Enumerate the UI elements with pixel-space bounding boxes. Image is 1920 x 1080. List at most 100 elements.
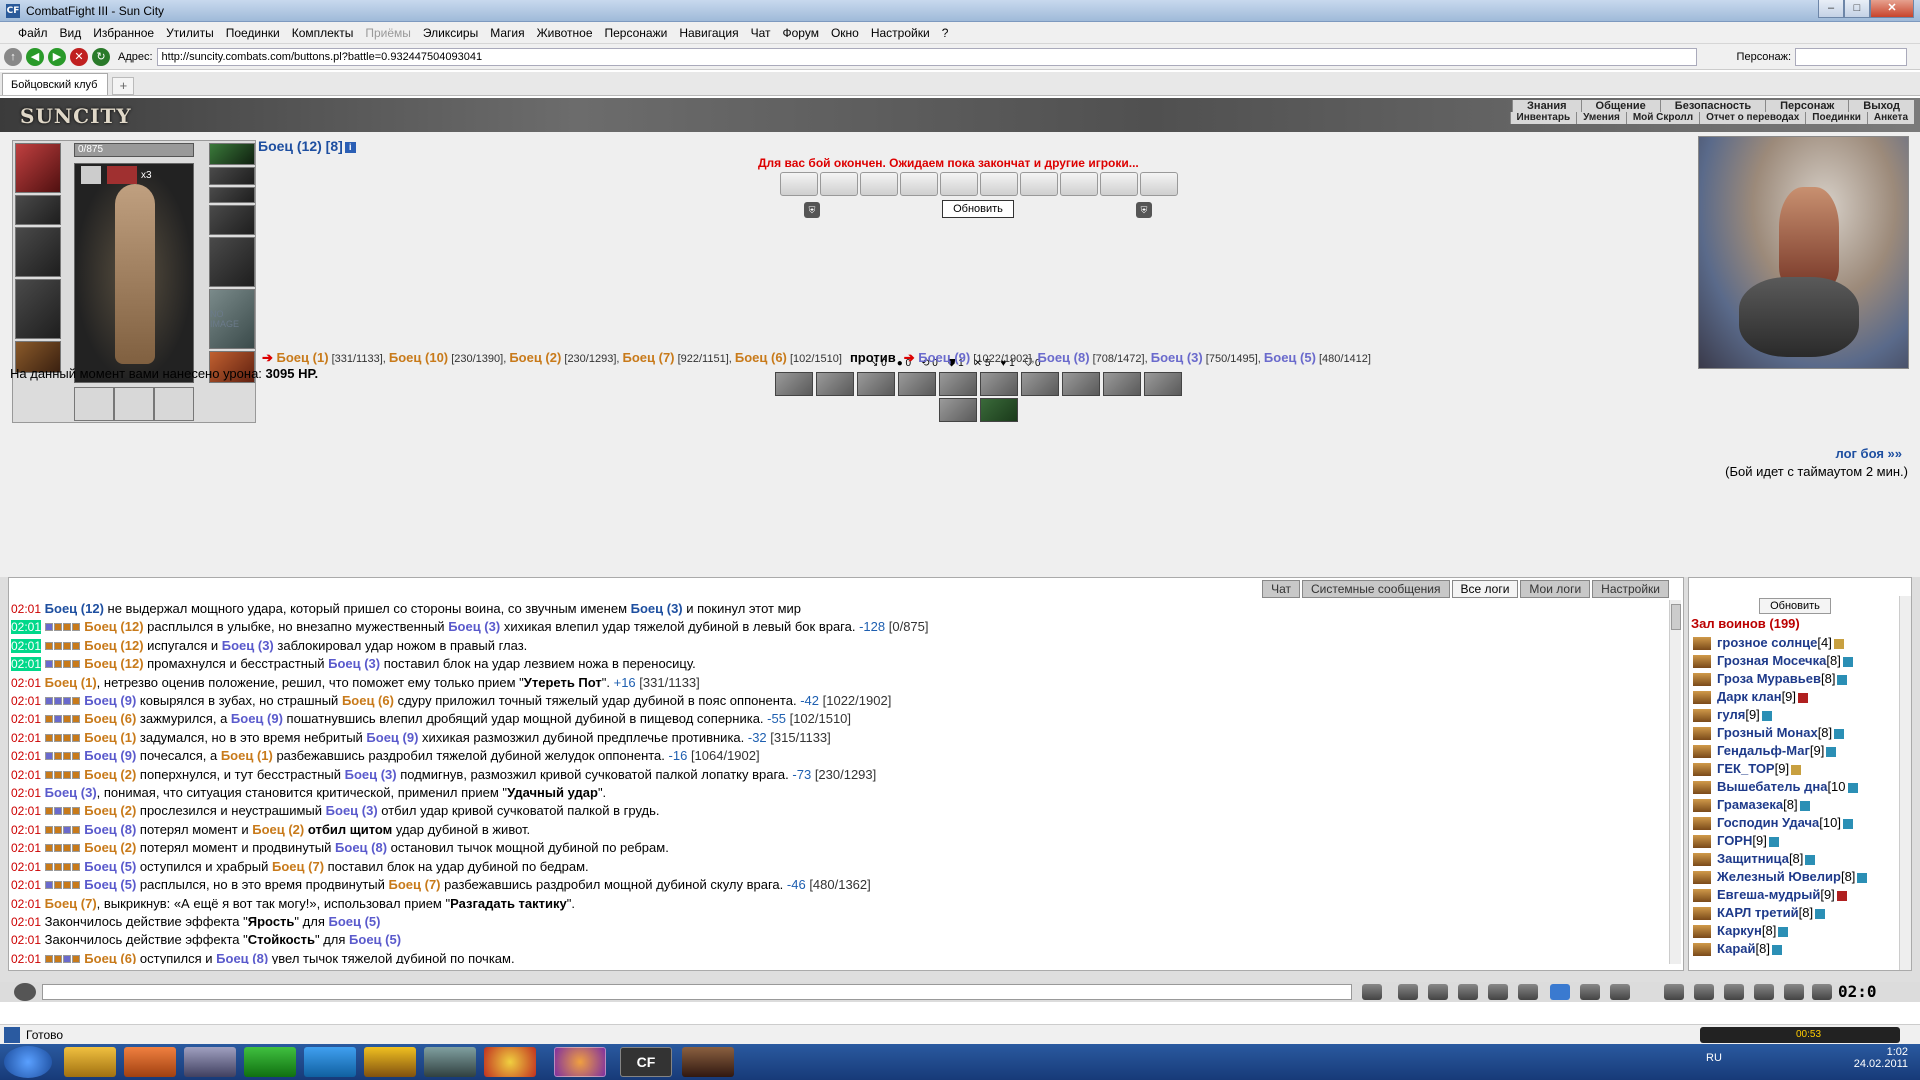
send-icon[interactable] [1362, 984, 1382, 1000]
info-icon[interactable] [1791, 764, 1802, 775]
player-name[interactable]: грозное солнце [1717, 635, 1817, 650]
info-icon[interactable] [1805, 854, 1816, 865]
scroll-slot[interactable] [1020, 172, 1058, 196]
room-scrollbar[interactable] [1899, 596, 1911, 970]
language-indicator[interactable]: RU [1706, 1052, 1722, 1064]
skill-slot[interactable] [898, 372, 936, 396]
tab-fight-club[interactable]: Бойцовский клуб [2, 73, 109, 95]
player-name[interactable]: Господин Удача [1717, 815, 1819, 830]
player-name[interactable]: Гендальф-Маг [1717, 743, 1810, 758]
pig-icon[interactable] [1784, 984, 1804, 1000]
scroll-slot[interactable] [1140, 172, 1178, 196]
room-player[interactable]: Грамазека[8] [1693, 796, 1899, 814]
info-icon[interactable] [1847, 782, 1858, 793]
player-name[interactable]: Евгеша-мудрый [1717, 887, 1820, 902]
menu-item[interactable]: Навигация [673, 26, 744, 40]
menu-item[interactable]: Утилиты [160, 26, 220, 40]
info-icon[interactable]: i [344, 141, 356, 153]
media-player-icon[interactable] [124, 1047, 176, 1077]
scroll-slot[interactable] [860, 172, 898, 196]
rune-slot-3[interactable] [154, 387, 194, 421]
empty-slot[interactable]: NO IMAGE [209, 289, 255, 349]
nod32-icon[interactable] [424, 1047, 476, 1077]
scroll-slot[interactable] [780, 172, 818, 196]
menu-item[interactable]: Окно [825, 26, 865, 40]
exit-icon[interactable] [1812, 984, 1832, 1000]
scroll-slot[interactable] [1060, 172, 1098, 196]
menu-item[interactable]: Животное [531, 26, 599, 40]
map-icon[interactable] [1610, 984, 1630, 1000]
skill-slot[interactable] [857, 372, 895, 396]
info-icon[interactable] [1798, 692, 1809, 703]
player-name[interactable]: ГЕК_ТОР [1717, 761, 1775, 776]
skill-slot[interactable] [1062, 372, 1100, 396]
skill-slot-active[interactable] [980, 398, 1018, 422]
armor-slot[interactable] [15, 279, 61, 339]
nav-sublink[interactable]: Мой Скролл [1625, 112, 1700, 124]
log-tab[interactable]: Чат [1262, 580, 1300, 598]
menu-item[interactable]: Избранное [87, 26, 160, 40]
player-name[interactable]: ГОРН [1717, 833, 1752, 848]
fire-icon[interactable] [1664, 984, 1684, 1000]
character-name[interactable]: Боец (12) [8] i [258, 138, 356, 154]
minimize-button[interactable]: – [1818, 0, 1844, 18]
menu-item[interactable]: ? [936, 26, 955, 40]
skill-slot[interactable] [775, 372, 813, 396]
smile-icon[interactable] [1580, 984, 1600, 1000]
player-name[interactable]: Грамазека [1717, 797, 1783, 812]
firefox-icon[interactable] [554, 1047, 606, 1077]
helmet-slot[interactable] [15, 143, 61, 193]
chat-input[interactable] [42, 984, 1352, 1000]
address-input[interactable] [156, 47, 1697, 66]
fighter-name[interactable]: Боец (3) [1151, 350, 1203, 365]
room-player[interactable]: Каркун[8] [1693, 922, 1899, 940]
log-tab[interactable]: Все логи [1451, 580, 1519, 598]
scroll-slot[interactable] [820, 172, 858, 196]
timer-widget[interactable]: 00:53 [1700, 1027, 1900, 1043]
utorrent-icon[interactable] [244, 1047, 296, 1077]
room-player[interactable]: Защитница[8] [1693, 850, 1899, 868]
player-name[interactable]: Вышебатель дна [1717, 779, 1827, 794]
maximize-button[interactable]: □ [1844, 0, 1870, 18]
chat-bubble-icon[interactable] [14, 983, 36, 1001]
fighter-name[interactable]: Боец (8) [1038, 350, 1090, 365]
room-player[interactable]: Карай[8] [1693, 940, 1899, 958]
menu-item[interactable]: Поединки [220, 26, 286, 40]
aimp-icon[interactable] [364, 1047, 416, 1077]
scroll-slot[interactable] [980, 172, 1018, 196]
room-player[interactable]: ГОРН[9] [1693, 832, 1899, 850]
info-icon[interactable] [1857, 872, 1868, 883]
room-player[interactable]: грозное солнце[4] [1693, 634, 1899, 652]
room-player[interactable]: Железный Ювелир[8] [1693, 868, 1899, 886]
offhand-slot[interactable] [209, 237, 255, 287]
log-scrollbar[interactable] [1669, 600, 1681, 964]
person-icon[interactable] [1488, 984, 1508, 1000]
ring-slot[interactable] [209, 143, 255, 165]
player-name[interactable]: Грозная Мосечка [1717, 653, 1826, 668]
amulet-slot[interactable] [209, 167, 255, 185]
menu-item[interactable]: Комплекты [286, 26, 360, 40]
info-icon[interactable] [1833, 638, 1844, 649]
nav-sublink[interactable]: Поединки [1805, 112, 1867, 124]
new-tab-button[interactable]: + [112, 77, 135, 95]
skype-icon[interactable] [304, 1047, 356, 1077]
combatfight-taskbar-item[interactable]: CF [620, 1047, 672, 1077]
persona-select[interactable] [1795, 47, 1908, 66]
refresh-icon[interactable]: ↻ [92, 47, 110, 66]
game-taskbar-item[interactable] [682, 1047, 734, 1077]
log-tab[interactable]: Системные сообщения [1302, 580, 1450, 598]
weapon-slot[interactable] [15, 227, 61, 277]
room-player[interactable]: Грозный Монах[8] [1693, 724, 1899, 742]
gloves-slot[interactable] [209, 205, 255, 235]
menu-item[interactable]: Эликсиры [417, 26, 484, 40]
room-player[interactable]: Евгеша-мудрый[9] [1693, 886, 1899, 904]
player-name[interactable]: Гроза Муравьев [1717, 671, 1821, 686]
player-name[interactable]: Защитница [1717, 851, 1789, 866]
info-icon[interactable] [1837, 674, 1848, 685]
fighter-name[interactable]: Боец (9) [918, 350, 970, 365]
room-player[interactable]: Грозная Мосечка[8] [1693, 652, 1899, 670]
room-player[interactable]: ГЕК_ТОР[9] [1693, 760, 1899, 778]
menu-item[interactable]: Приёмы [359, 26, 417, 40]
nav-link[interactable]: Персонаж [1765, 100, 1849, 112]
filter-icon[interactable] [1428, 984, 1448, 1000]
